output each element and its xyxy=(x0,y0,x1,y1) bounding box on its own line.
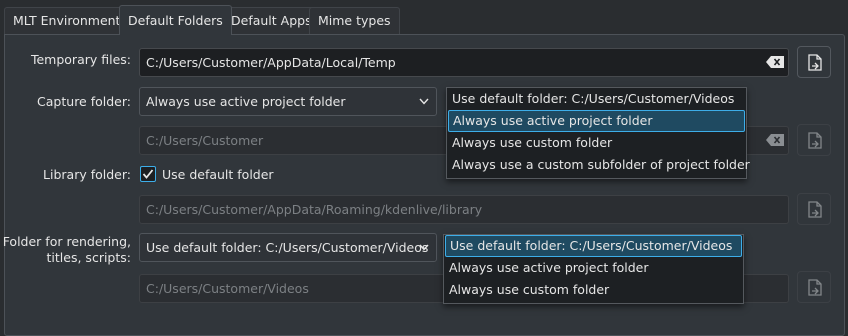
open-file-icon xyxy=(808,201,822,218)
library-default-checkbox-label[interactable]: Use default folder xyxy=(162,167,274,182)
library-default-checkbox[interactable] xyxy=(140,166,156,182)
tab-mlt-environment[interactable]: MLT Environment xyxy=(4,7,130,34)
capture-browse-button xyxy=(797,124,831,156)
rendering-option-custom[interactable]: Always use custom folder xyxy=(445,279,742,301)
capture-option-custom[interactable]: Always use custom folder xyxy=(448,132,745,154)
clear-text-icon[interactable] xyxy=(766,56,784,68)
capture-option-default[interactable]: Use default folder: C:/Users/Customer/Vi… xyxy=(448,88,745,110)
tab-mime-types[interactable]: Mime types xyxy=(309,7,400,34)
tab-default-folders[interactable]: Default Folders xyxy=(119,5,232,35)
tab-default-apps[interactable]: Default Apps xyxy=(222,7,321,34)
temporary-files-browse-button[interactable] xyxy=(797,46,831,78)
rendering-folder-selected: Use default folder: C:/Users/Customer/Vi… xyxy=(146,240,429,255)
capture-folder-selected: Always use active project folder xyxy=(146,94,346,109)
chevron-down-icon xyxy=(419,244,429,251)
temporary-files-input[interactable]: C:/Users/Customer/AppData/Local/Temp xyxy=(139,48,789,77)
capture-option-active-project[interactable]: Always use active project folder xyxy=(448,110,745,132)
temporary-files-label: Temporary files: xyxy=(30,52,131,67)
rendering-folder-combo[interactable]: Use default folder: C:/Users/Customer/Vi… xyxy=(139,233,437,262)
capture-option-custom-subfolder[interactable]: Always use a custom subfolder of project… xyxy=(448,154,750,176)
chevron-down-icon xyxy=(419,98,429,105)
rendering-folder-dropdown: Use default folder: C:/Users/Customer/Vi… xyxy=(443,234,744,304)
rendering-browse-button xyxy=(797,271,831,303)
rendering-folder-label-line1: Folder for rendering, xyxy=(2,234,131,249)
library-browse-button xyxy=(797,193,831,225)
open-file-icon xyxy=(808,54,822,71)
rendering-path-value: C:/Users/Customer/Videos xyxy=(146,281,309,296)
capture-custom-path-value: C:/Users/Customer xyxy=(146,133,264,148)
temporary-files-value: C:/Users/Customer/AppData/Local/Temp xyxy=(146,55,396,70)
capture-folder-label: Capture folder: xyxy=(37,94,131,109)
clear-text-icon xyxy=(766,134,784,146)
library-path-input: C:/Users/Customer/AppData/Roaming/kdenli… xyxy=(139,195,789,224)
capture-folder-dropdown: Use default folder: C:/Users/Customer/Vi… xyxy=(446,87,750,179)
rendering-option-active-project[interactable]: Always use active project folder xyxy=(445,257,742,279)
library-path-value: C:/Users/Customer/AppData/Roaming/kdenli… xyxy=(146,202,483,217)
open-file-icon xyxy=(808,132,822,149)
library-folder-label: Library folder: xyxy=(43,167,131,182)
checkmark-icon xyxy=(142,169,154,179)
capture-folder-combo[interactable]: Always use active project folder xyxy=(139,87,437,116)
open-file-icon xyxy=(808,279,822,296)
rendering-folder-label-line2: titles, scripts: xyxy=(46,250,131,265)
rendering-option-default[interactable]: Use default folder: C:/Users/Customer/Vi… xyxy=(445,235,742,257)
